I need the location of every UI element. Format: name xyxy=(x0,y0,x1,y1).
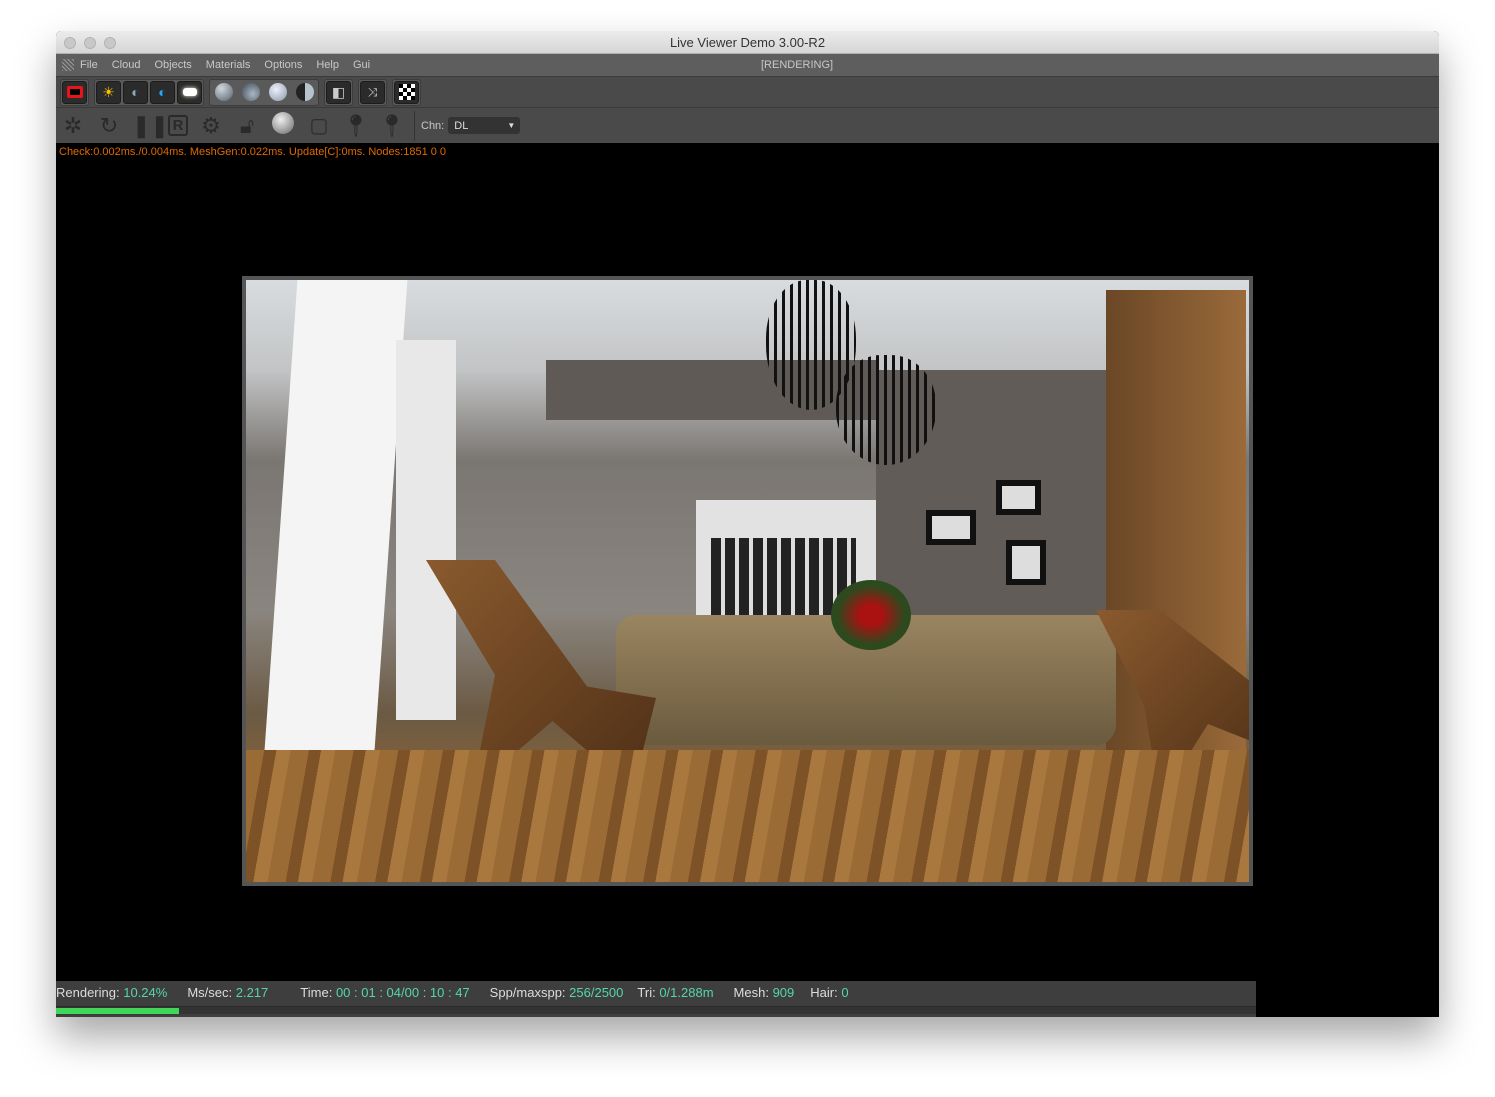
chevron-down-icon: ▼ xyxy=(507,121,516,130)
window-title: Live Viewer Demo 3.00-R2 xyxy=(669,35,826,50)
time-stat: Time: 00 : 01 : 04/00 : 10 : 47 xyxy=(300,984,470,1000)
render-viewport[interactable] xyxy=(242,276,1253,886)
contrast-icon[interactable]: ◐ xyxy=(123,80,148,104)
menu-help[interactable]: Help xyxy=(316,59,339,71)
channel-dropdown[interactable]: DL ▼ xyxy=(448,117,521,134)
menu-file[interactable]: File xyxy=(80,59,98,71)
channel-selector: Chn: DL ▼ xyxy=(414,110,521,141)
perf-stats: Check:0.002ms./0.004ms. MeshGen:0.022ms.… xyxy=(59,146,447,158)
sphere-glossy-icon[interactable] xyxy=(238,81,263,104)
menu-materials[interactable]: Materials xyxy=(206,59,251,71)
light-bar-icon[interactable] xyxy=(177,80,202,104)
rendered-image xyxy=(246,280,1249,882)
contrast-blue-icon[interactable]: ◐ xyxy=(150,80,175,104)
zoom-button[interactable] xyxy=(104,37,116,49)
crop-icon[interactable]: ▢ xyxy=(306,113,332,138)
menu-objects[interactable]: Objects xyxy=(154,59,191,71)
title-bar: Live Viewer Demo 3.00-R2 xyxy=(56,31,1439,54)
menu-options[interactable]: Options xyxy=(264,59,302,71)
channel-value: DL xyxy=(454,119,469,132)
region-render-icon[interactable]: R xyxy=(168,115,188,136)
toolbar-top: ☀ ◐ ◐ ◧ ⤨ xyxy=(56,76,1439,107)
split-view-icon[interactable]: ◧ xyxy=(326,80,351,104)
sphere-diffuse-icon[interactable] xyxy=(211,81,236,104)
rendering-stat: Rendering: 10.24% xyxy=(56,984,168,1000)
material-sphere-icon[interactable] xyxy=(270,111,296,140)
hair-stat: Hair: 0 xyxy=(810,984,849,1000)
pause-icon[interactable]: ❚❚ xyxy=(132,113,169,139)
material-pin-icon[interactable]: 📍︎ xyxy=(378,113,406,139)
unlock-icon[interactable]: 🔓︎ xyxy=(234,113,260,139)
spp-stat: Spp/maxspp: 256/2500 xyxy=(489,984,624,1000)
app-window: Live Viewer Demo 3.00-R2 File Cloud Obje… xyxy=(56,31,1439,1017)
checker-icon[interactable] xyxy=(394,80,419,104)
octane-logo-icon[interactable]: ✲ xyxy=(60,113,86,139)
shuffle-icon[interactable]: ⤨ xyxy=(360,80,385,104)
status-bar: Rendering: 10.24% Ms/sec: 2.217 Time: 00… xyxy=(56,981,1256,1017)
mesh-stat: Mesh: 909 xyxy=(733,984,795,1000)
mssec-stat: Ms/sec: 2.217 xyxy=(187,984,269,1000)
channel-label: Chn: xyxy=(421,119,445,132)
render-progress-fill xyxy=(56,1008,179,1014)
toolbar-bottom: ✲ ↻ ❚❚ R ⚙ 🔓︎ ▢ 📍︎ 📍︎ Chn: DL ▼ xyxy=(56,107,1439,143)
menu-cloud[interactable]: Cloud xyxy=(112,59,141,71)
restart-icon[interactable]: ↻ xyxy=(96,113,122,139)
menu-bar: File Cloud Objects Materials Options Hel… xyxy=(56,54,1439,76)
menu-gui[interactable]: Gui xyxy=(353,59,370,71)
close-button[interactable] xyxy=(64,37,76,49)
sphere-metal-icon[interactable] xyxy=(292,81,317,104)
sun-icon[interactable]: ☀ xyxy=(96,80,121,104)
render-progress-bar xyxy=(56,1006,1256,1014)
render-state: [RENDERING] xyxy=(761,59,834,71)
grip-icon xyxy=(62,59,74,71)
minimize-button[interactable] xyxy=(84,37,96,49)
camera-icon[interactable] xyxy=(62,80,87,104)
settings-gear-icon[interactable]: ⚙ xyxy=(198,113,224,139)
tri-stat: Tri: 0/1.288m xyxy=(637,984,714,1000)
sphere-glass-icon[interactable] xyxy=(265,81,290,104)
focus-pin-icon[interactable]: 📍︎ xyxy=(342,113,370,139)
